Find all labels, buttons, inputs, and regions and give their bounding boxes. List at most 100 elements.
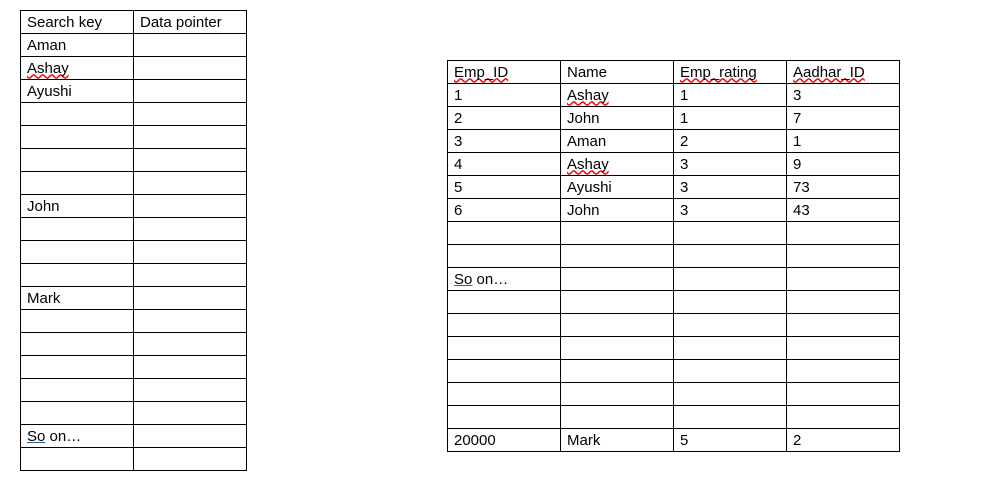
table-row <box>21 402 247 425</box>
table-row: 3 Aman 2 1 <box>448 130 900 153</box>
cell-search-key <box>21 333 134 356</box>
cell-name: Ayushi <box>561 176 674 199</box>
table-row <box>21 333 247 356</box>
cell-name: Mark <box>561 429 674 452</box>
cell-emp-id <box>448 222 561 245</box>
cell-aadhar-id: 43 <box>787 199 900 222</box>
cell-data-pointer <box>134 356 247 379</box>
table-row <box>448 314 900 337</box>
cell-search-key <box>21 310 134 333</box>
cell-emp-rating: 2 <box>674 130 787 153</box>
cell-data-pointer <box>134 126 247 149</box>
table-row: 20000 Mark 5 2 <box>448 429 900 452</box>
cell-name: Aman <box>561 130 674 153</box>
cell-search-key: Ashay <box>21 57 134 80</box>
cell-name <box>561 314 674 337</box>
employee-table: Emp_ID Name Emp_rating Aadhar_ID 1 Ashay… <box>447 60 900 452</box>
cell-name <box>561 245 674 268</box>
cell-data-pointer <box>134 80 247 103</box>
cell-aadhar-id <box>787 268 900 291</box>
cell-search-key: Mark <box>21 287 134 310</box>
cell-emp-rating: 3 <box>674 153 787 176</box>
cell-search-key <box>21 402 134 425</box>
cell-search-key <box>21 172 134 195</box>
cell-aadhar-id: 2 <box>787 429 900 452</box>
cell-emp-id: 1 <box>448 84 561 107</box>
cell-name <box>561 406 674 429</box>
cell-aadhar-id <box>787 245 900 268</box>
table-row: Mark <box>21 287 247 310</box>
cell-emp-id <box>448 337 561 360</box>
cell-data-pointer <box>134 103 247 126</box>
table-row <box>21 172 247 195</box>
cell-emp-rating <box>674 314 787 337</box>
cell-emp-rating <box>674 291 787 314</box>
cell-emp-id: 4 <box>448 153 561 176</box>
table-header-row: Emp_ID Name Emp_rating Aadhar_ID <box>448 61 900 84</box>
cell-data-pointer <box>134 264 247 287</box>
cell-aadhar-id: 3 <box>787 84 900 107</box>
table-row: Ashay <box>21 57 247 80</box>
cell-search-key <box>21 218 134 241</box>
table-row <box>21 241 247 264</box>
table-row: 2 John 1 7 <box>448 107 900 130</box>
cell-data-pointer <box>134 241 247 264</box>
cell-aadhar-id <box>787 222 900 245</box>
cell-search-key: Aman <box>21 34 134 57</box>
cell-emp-rating: 1 <box>674 84 787 107</box>
table-row <box>21 264 247 287</box>
cell-data-pointer <box>134 57 247 80</box>
cell-data-pointer <box>134 379 247 402</box>
header-aadhar-id: Aadhar_ID <box>787 61 900 84</box>
cell-emp-rating: 1 <box>674 107 787 130</box>
table-row <box>21 448 247 471</box>
table-row <box>448 337 900 360</box>
table-row: So on… <box>448 268 900 291</box>
cell-data-pointer <box>134 287 247 310</box>
table-row: John <box>21 195 247 218</box>
cell-emp-id: 2 <box>448 107 561 130</box>
table-header-row: Search key Data pointer <box>21 11 247 34</box>
cell-aadhar-id <box>787 383 900 406</box>
table-row <box>21 103 247 126</box>
table-row <box>21 310 247 333</box>
tables-container: Search key Data pointer Aman Ashay Ayush… <box>20 10 961 471</box>
header-emp-rating: Emp_rating <box>674 61 787 84</box>
cell-aadhar-id: 73 <box>787 176 900 199</box>
cell-emp-id: 6 <box>448 199 561 222</box>
cell-name: John <box>561 199 674 222</box>
cell-emp-id <box>448 383 561 406</box>
cell-data-pointer <box>134 425 247 448</box>
cell-data-pointer <box>134 402 247 425</box>
table-row <box>448 291 900 314</box>
cell-search-key: Ayushi <box>21 80 134 103</box>
cell-name <box>561 268 674 291</box>
table-row: 4 Ashay 3 9 <box>448 153 900 176</box>
header-data-pointer: Data pointer <box>134 11 247 34</box>
cell-emp-rating: 3 <box>674 199 787 222</box>
cell-data-pointer <box>134 218 247 241</box>
cell-emp-id: 5 <box>448 176 561 199</box>
cell-emp-rating <box>674 268 787 291</box>
cell-emp-rating <box>674 383 787 406</box>
cell-data-pointer <box>134 310 247 333</box>
cell-emp-rating: 5 <box>674 429 787 452</box>
table-row: 5 Ayushi 3 73 <box>448 176 900 199</box>
cell-search-key <box>21 448 134 471</box>
table-row <box>448 360 900 383</box>
cell-search-key <box>21 241 134 264</box>
table-row: Aman <box>21 34 247 57</box>
cell-search-key: So on… <box>21 425 134 448</box>
table-row <box>21 126 247 149</box>
cell-data-pointer <box>134 172 247 195</box>
cell-data-pointer <box>134 448 247 471</box>
cell-name <box>561 337 674 360</box>
cell-data-pointer <box>134 333 247 356</box>
cell-search-key <box>21 264 134 287</box>
table-row <box>448 222 900 245</box>
cell-emp-id: 3 <box>448 130 561 153</box>
cell-name <box>561 222 674 245</box>
table-row <box>448 406 900 429</box>
index-table: Search key Data pointer Aman Ashay Ayush… <box>20 10 247 471</box>
cell-name: John <box>561 107 674 130</box>
